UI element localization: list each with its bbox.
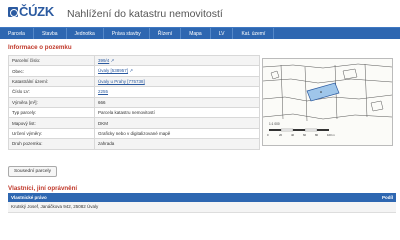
row-value: zahrada [94,138,260,150]
row-label: Typ parcely: [8,106,95,119]
row-label: Určení výměry: [8,127,95,140]
table-row: Číslo LV: 2255 [8,86,260,98]
nav-item-parcela[interactable]: Parcela [0,28,34,39]
lv-number-link[interactable]: 2255 [98,89,108,94]
map-drawing: 1:1 000 0 20 40 60 80 100 m [263,59,392,145]
nav-item-stavba[interactable]: Stavba [34,28,67,39]
share-cell [336,202,396,213]
map-labels [320,91,322,93]
table-row: Parcelní číslo: 399/4 ↗ [8,54,260,67]
table-row: Druh pozemku: zahrada [8,138,260,150]
municipality-link[interactable]: Úvaly [538957] [98,68,128,73]
scale-tick-label: 100 m [327,133,335,137]
parcel-number-link[interactable]: 399/4 [98,58,109,63]
parcel-info-heading: Informace o pozemku [8,44,72,51]
row-value: Úvaly [538957] ↗ [94,65,260,77]
row-value: Graficky nebo v digitalizované mapě [94,127,260,140]
table-row: Výměra [m²]: 666 [8,96,260,108]
nav-item-mapa[interactable]: Mapa [181,28,211,39]
scale-bar-segment [269,129,281,131]
column-header-share: Podíl [336,193,396,202]
nav-item-jednotka[interactable]: Jednotka [67,28,104,39]
scale-bar-segment [293,129,305,131]
table-row: Krutský Josef, Janáčkova 942, 25082 Úval… [8,202,396,213]
row-value: 399/4 ↗ [94,54,260,67]
row-value: Úvaly u Prahy [775738] [94,75,260,88]
external-link-icon[interactable]: ↗ [128,68,133,73]
ownership-table: Vlastnické právo Podíl Krutský Josef, Ja… [8,193,396,213]
cadastral-area-link[interactable]: Úvaly u Prahy [775738] [98,79,145,84]
row-value: 666 [94,96,260,108]
row-label: Mapový list: [8,117,95,129]
scale-tick-label: 60 [303,133,307,137]
table-row: Mapový list: DKM [8,117,260,129]
scale-tick-label: 20 [279,133,283,137]
scale-bar-segment [317,129,329,131]
scale-tick-label: 80 [315,133,319,137]
row-value: 2255 [94,86,260,98]
parcel-info-table: Parcelní číslo: 399/4 ↗ Obec: Úvaly [538… [8,54,260,150]
nav-item-lv[interactable]: LV [211,28,234,39]
neighbor-parcels-button[interactable]: Sousední parcely [8,166,57,177]
ownership-heading: Vlastníci, jiní oprávnění [8,185,78,192]
table-row: Katastrální území: Úvaly u Prahy [775738… [8,75,260,88]
row-label: Obec: [8,65,95,77]
scale-ratio: 1:1 000 [269,122,280,126]
table-header-row: Vlastnické právo Podíl [8,193,396,202]
main-nav: Parcela Stavba Jednotka Práva stavby Říz… [0,27,400,39]
table-row: Typ parcely: Parcela katastru nemovitost… [8,106,260,119]
table-row: Určení výměry: Graficky nebo v digitaliz… [8,127,260,140]
row-label: Parcelní číslo: [8,54,95,67]
owner-cell: Krutský Josef, Janáčkova 942, 25082 Úval… [8,202,337,213]
logo-text: ČÚZK [19,4,54,19]
row-label: Katastrální území: [8,75,95,88]
parcel-point [320,91,322,93]
row-value: DKM [94,117,260,129]
nav-item-prava-stavby[interactable]: Práva stavby [104,28,150,39]
table-row: Obec: Úvaly [538957] ↗ [8,65,260,77]
row-label: Druh pozemku: [8,138,95,150]
row-value: Parcela katastru nemovitostí [94,106,260,119]
scale-tick-label: 40 [291,133,295,137]
external-link-icon[interactable]: ↗ [109,58,115,63]
page-header: ČÚZK Nahlížení do katastru nemovitostí [0,0,400,27]
site-title: Nahlížení do katastru nemovitostí [67,8,223,20]
column-header-owner: Vlastnické právo [8,193,337,202]
scale-bar-segment [280,128,294,132]
nav-item-rizeni[interactable]: Řízení [150,28,182,39]
nav-item-kat-uzemi[interactable]: Kat. území [233,28,275,39]
scale-bar-segment [304,128,318,132]
cadastral-map[interactable]: 1:1 000 0 20 40 60 80 100 m [262,58,393,146]
logo-icon [8,6,18,17]
cuzk-logo[interactable]: ČÚZK [8,4,54,19]
row-label: Výměra [m²]: [8,96,95,108]
row-label: Číslo LV: [8,86,95,98]
